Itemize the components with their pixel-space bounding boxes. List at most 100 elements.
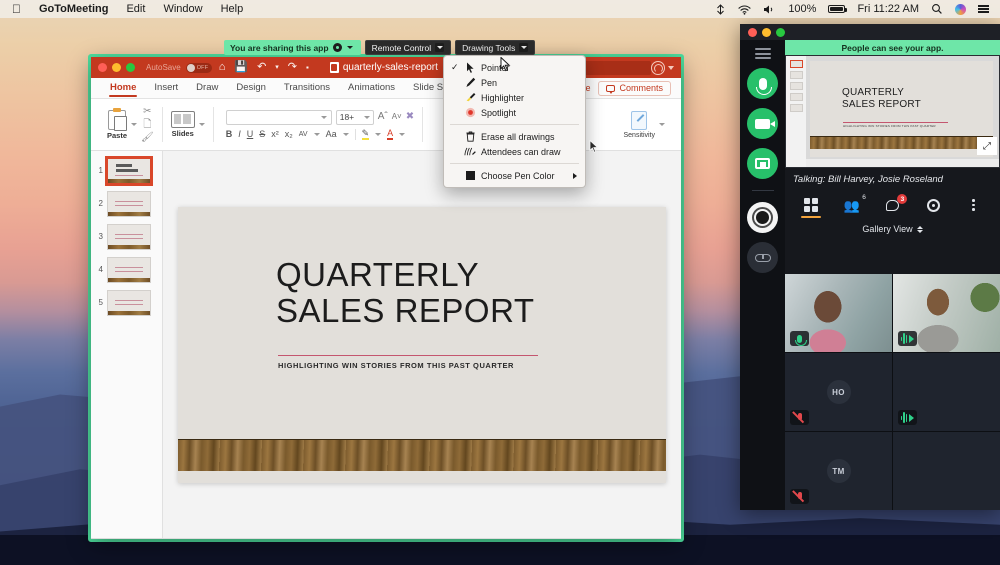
clear-formatting-icon[interactable]: ✖ bbox=[406, 112, 414, 122]
thumbnail-item-3[interactable]: 3 bbox=[91, 224, 162, 257]
tab-design[interactable]: Design bbox=[227, 78, 275, 98]
tab-home[interactable]: Home bbox=[101, 78, 145, 98]
slide-title-text[interactable]: QUARTERLY SALES REPORT bbox=[276, 256, 646, 331]
sensitivity-button[interactable]: Sensitivity bbox=[623, 110, 655, 139]
wifi-icon[interactable] bbox=[733, 4, 756, 15]
battery-icon[interactable] bbox=[823, 5, 850, 13]
thumbnail-item-2[interactable]: 2 bbox=[91, 191, 162, 224]
remote-control-chevron-down-icon[interactable] bbox=[435, 43, 445, 52]
avatar-chevron-down-icon[interactable] bbox=[668, 66, 674, 70]
document-title[interactable]: quarterly-sales-report bbox=[329, 62, 438, 73]
siri-icon[interactable] bbox=[950, 3, 971, 15]
paste-button[interactable]: Paste bbox=[107, 107, 127, 140]
microphone-button[interactable] bbox=[747, 68, 778, 99]
gallery-view-selector[interactable]: Gallery View bbox=[785, 220, 1000, 238]
share-screen-button[interactable] bbox=[747, 148, 778, 179]
font-size-select[interactable]: 18+ bbox=[335, 109, 374, 125]
thumbnail-item-4[interactable]: 4 bbox=[91, 257, 162, 290]
control-center-icon[interactable] bbox=[973, 5, 994, 13]
maximize-window-button[interactable] bbox=[126, 63, 135, 72]
redo-icon[interactable]: ↷ bbox=[286, 62, 299, 73]
gear-icon[interactable] bbox=[916, 190, 950, 220]
underline-button[interactable]: U bbox=[247, 129, 254, 139]
superscript-button[interactable]: x² bbox=[271, 129, 279, 139]
menu-item-pointer[interactable]: ✓ Pointer bbox=[444, 60, 585, 75]
new-slide-button[interactable]: Slides bbox=[170, 111, 195, 138]
participant-tile[interactable] bbox=[785, 274, 892, 352]
grid-view-icon[interactable] bbox=[794, 190, 828, 220]
camera-button[interactable] bbox=[747, 108, 778, 139]
participant-tile[interactable]: HO bbox=[785, 353, 892, 431]
more-options-icon[interactable] bbox=[957, 190, 991, 220]
record-button[interactable] bbox=[747, 202, 778, 233]
undo-chevron-down-icon[interactable]: ▾ bbox=[273, 64, 281, 71]
volume-icon[interactable] bbox=[758, 4, 781, 15]
minimize-window-button[interactable] bbox=[112, 63, 121, 72]
menu-item-attendees-can-draw[interactable]: Attendees can draw bbox=[444, 144, 585, 159]
copy-icon[interactable]: 🗋 bbox=[143, 119, 151, 130]
menu-edit[interactable]: Edit bbox=[117, 0, 154, 18]
thumbnail-item-5[interactable]: 5 bbox=[91, 290, 162, 323]
thumbnail-item-1[interactable]: 1 bbox=[91, 156, 162, 191]
thumbnail-preview[interactable] bbox=[107, 257, 151, 283]
slides-chevron-down-icon[interactable] bbox=[198, 123, 205, 126]
character-spacing-button[interactable]: AV bbox=[299, 131, 308, 138]
airdrop-icon[interactable] bbox=[710, 3, 731, 15]
undo-icon[interactable]: ↶ bbox=[255, 62, 268, 73]
menu-app-name[interactable]: GoToMeeting bbox=[30, 0, 117, 18]
menu-item-highlighter[interactable]: Highlighter bbox=[444, 90, 585, 105]
sharing-status-pill[interactable]: You are sharing this app bbox=[224, 40, 361, 55]
participant-tile[interactable]: TM bbox=[785, 432, 892, 510]
increase-font-size-icon[interactable]: Aˆ bbox=[378, 112, 388, 122]
comments-button[interactable]: Comments bbox=[598, 80, 671, 96]
slide-editing-canvas[interactable]: QUARTERLY SALES REPORT HIGHLIGHTING WIN … bbox=[163, 151, 681, 538]
menu-item-spotlight[interactable]: Spotlight bbox=[444, 105, 585, 120]
tab-insert[interactable]: Insert bbox=[145, 78, 187, 98]
font-family-chevron-down-icon[interactable] bbox=[320, 115, 327, 119]
tab-transitions[interactable]: Transitions bbox=[275, 78, 339, 98]
close-window-button[interactable] bbox=[98, 63, 107, 72]
font-color-chevron-down-icon[interactable] bbox=[399, 132, 406, 136]
sensitivity-chevron-down-icon[interactable] bbox=[659, 123, 665, 126]
participant-tile[interactable] bbox=[893, 353, 1000, 431]
autosave-toggle[interactable]: OFF bbox=[185, 62, 212, 73]
sharing-chevron-down-icon[interactable] bbox=[346, 43, 355, 52]
remote-control-button[interactable]: Remote Control bbox=[364, 40, 452, 55]
drawing-tools-button[interactable]: Drawing Tools bbox=[455, 40, 536, 55]
user-avatar[interactable] bbox=[651, 61, 665, 75]
text-highlight-icon[interactable]: ✎ bbox=[361, 128, 370, 140]
participant-tile[interactable] bbox=[893, 274, 1000, 352]
font-family-select[interactable] bbox=[225, 109, 332, 125]
strikethrough-button[interactable]: S bbox=[259, 129, 265, 139]
format-painter-icon[interactable]: 🖌 bbox=[141, 132, 154, 143]
glasses-button[interactable] bbox=[747, 242, 778, 273]
menu-help[interactable]: Help bbox=[212, 0, 253, 18]
current-slide[interactable]: QUARTERLY SALES REPORT HIGHLIGHTING WIN … bbox=[178, 206, 666, 483]
highlight-chevron-down-icon[interactable] bbox=[375, 132, 382, 136]
slide-thumbnail-panel[interactable]: 1 2 3 4 5 bbox=[91, 151, 163, 538]
chat-icon[interactable]: 3 bbox=[875, 190, 909, 220]
menu-item-choose-pen-color[interactable]: Choose Pen Color bbox=[444, 168, 585, 183]
shared-app-preview[interactable]: QUARTERLY SALES REPORT HIGHLIGHTING WIN … bbox=[785, 55, 1000, 168]
italic-button[interactable]: I bbox=[238, 129, 241, 139]
character-spacing-chevron-down-icon[interactable] bbox=[313, 132, 320, 136]
subscript-button[interactable]: x₂ bbox=[285, 129, 293, 139]
menu-bar-clock[interactable]: Fri 11:22 AM bbox=[852, 0, 924, 18]
stop-sharing-icon[interactable] bbox=[332, 43, 342, 52]
change-case-chevron-down-icon[interactable] bbox=[342, 132, 349, 136]
menu-item-erase-all[interactable]: Erase all drawings bbox=[444, 129, 585, 144]
tab-animations[interactable]: Animations bbox=[339, 78, 404, 98]
attendees-icon[interactable]: 👥 6 bbox=[835, 190, 869, 220]
gtm-close-button[interactable] bbox=[748, 27, 757, 37]
bold-button[interactable]: B bbox=[226, 129, 233, 139]
cut-icon[interactable]: ✂ bbox=[143, 106, 151, 117]
menu-window[interactable]: Window bbox=[154, 0, 211, 18]
thumbnail-preview[interactable] bbox=[107, 290, 151, 316]
resize-handle-icon[interactable]: ⤢ bbox=[977, 137, 997, 155]
gtm-maximize-button[interactable] bbox=[776, 27, 785, 37]
apple-logo-icon[interactable]:  bbox=[6, 0, 30, 18]
thumbnail-preview[interactable] bbox=[105, 156, 153, 186]
customize-toolbar-icon[interactable]: ▪ bbox=[304, 63, 311, 72]
home-icon[interactable]: ⌂ bbox=[217, 62, 228, 73]
paste-chevron-down-icon[interactable] bbox=[131, 123, 138, 126]
